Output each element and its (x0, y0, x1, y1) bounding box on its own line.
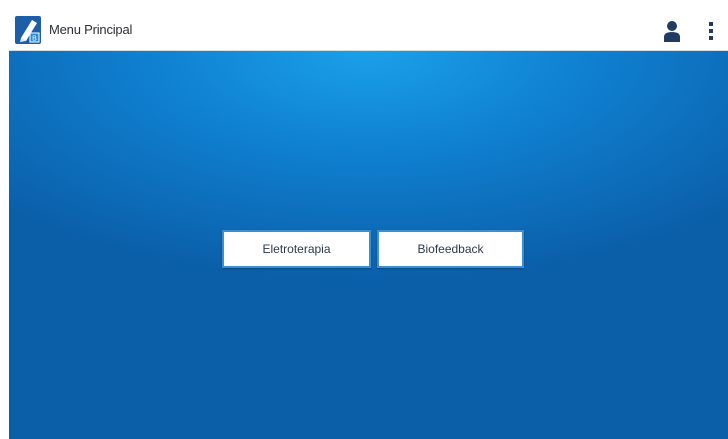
biofeedback-button[interactable]: Biofeedback (377, 230, 524, 268)
app-window: B Menu Principal Eletroterapia Biofeedba… (9, 10, 728, 439)
app-logo-icon: B (15, 16, 41, 44)
main-content: Eletroterapia Biofeedback (9, 51, 728, 439)
svg-text:B: B (32, 36, 37, 43)
eletroterapia-label: Eletroterapia (262, 242, 331, 256)
app-title: Menu Principal (49, 22, 133, 37)
more-vert-icon[interactable] (707, 20, 715, 42)
app-bar: B Menu Principal (9, 10, 728, 51)
biofeedback-label: Biofeedback (417, 242, 484, 256)
user-icon[interactable] (663, 20, 681, 42)
eletroterapia-button[interactable]: Eletroterapia (222, 230, 371, 268)
